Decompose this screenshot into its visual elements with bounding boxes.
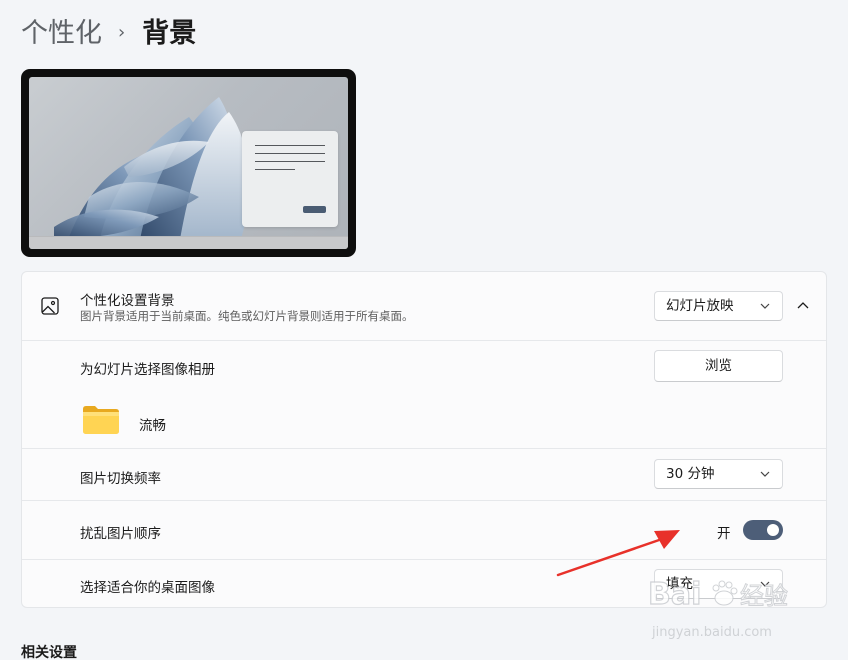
- slideshow-album-row: 为幻灯片选择图像相册 浏览 流畅: [22, 340, 826, 448]
- row-title: 个性化设置背景: [80, 293, 175, 309]
- interval-dropdown[interactable]: 30 分钟: [654, 459, 783, 489]
- svg-text:Bai: Bai: [648, 577, 701, 612]
- svg-text:经验: 经验: [740, 582, 788, 610]
- folder-icon: [83, 406, 119, 434]
- dropdown-value: 30 分钟: [666, 466, 715, 482]
- toggle-state-text: 开: [717, 526, 731, 542]
- change-interval-row: 图片切换频率 30 分钟: [22, 448, 826, 500]
- chevron-down-icon: [760, 471, 770, 477]
- interval-label: 图片切换频率: [80, 471, 161, 487]
- row-description: 图片背景适用于当前桌面。纯色或幻灯片背景则适用于所有桌面。: [80, 309, 414, 323]
- related-settings-title: 相关设置: [21, 645, 77, 660]
- breadcrumb: 个性化 › 背景: [21, 14, 196, 54]
- shuffle-row: 扰乱图片顺序 开: [22, 500, 826, 559]
- image-icon: [41, 297, 59, 315]
- desktop-preview: [21, 69, 356, 257]
- watermark-url: jingyan.baidu.com: [651, 625, 772, 640]
- baidu-watermark-logo: Bai 经验 jingyan.baidu.com: [648, 576, 789, 640]
- preview-sample-window: [242, 131, 338, 227]
- background-settings-card: 个性化设置背景 图片背景适用于当前桌面。纯色或幻灯片背景则适用于所有桌面。 幻灯…: [21, 271, 827, 608]
- preview-wallpaper: [29, 77, 348, 249]
- breadcrumb-parent-link[interactable]: 个性化: [21, 14, 102, 54]
- page-title: 背景: [142, 18, 197, 49]
- collapse-button[interactable]: [789, 292, 817, 320]
- background-type-dropdown[interactable]: 幻灯片放映: [654, 291, 783, 321]
- album-label: 为幻灯片选择图像相册: [80, 362, 215, 378]
- personalize-background-row: 个性化设置背景 图片背景适用于当前桌面。纯色或幻灯片背景则适用于所有桌面。 幻灯…: [22, 272, 826, 340]
- shuffle-label: 扰乱图片顺序: [80, 526, 161, 542]
- chevron-up-icon: [797, 302, 809, 309]
- toggle-knob: [767, 524, 779, 536]
- browse-button[interactable]: 浏览: [654, 350, 783, 382]
- breadcrumb-separator: ›: [118, 22, 126, 43]
- dropdown-value: 幻灯片放映: [666, 298, 734, 314]
- fit-label: 选择适合你的桌面图像: [80, 580, 215, 596]
- settings-page: 个性化 › 背景 个性化设置背景 图片背景适用于当前桌面。纯色或幻灯片背景则适用…: [0, 0, 848, 660]
- shuffle-toggle[interactable]: [743, 520, 783, 540]
- preview-taskbar: [29, 236, 348, 249]
- chevron-down-icon: [760, 303, 770, 309]
- album-folder-name[interactable]: 流畅: [139, 414, 166, 434]
